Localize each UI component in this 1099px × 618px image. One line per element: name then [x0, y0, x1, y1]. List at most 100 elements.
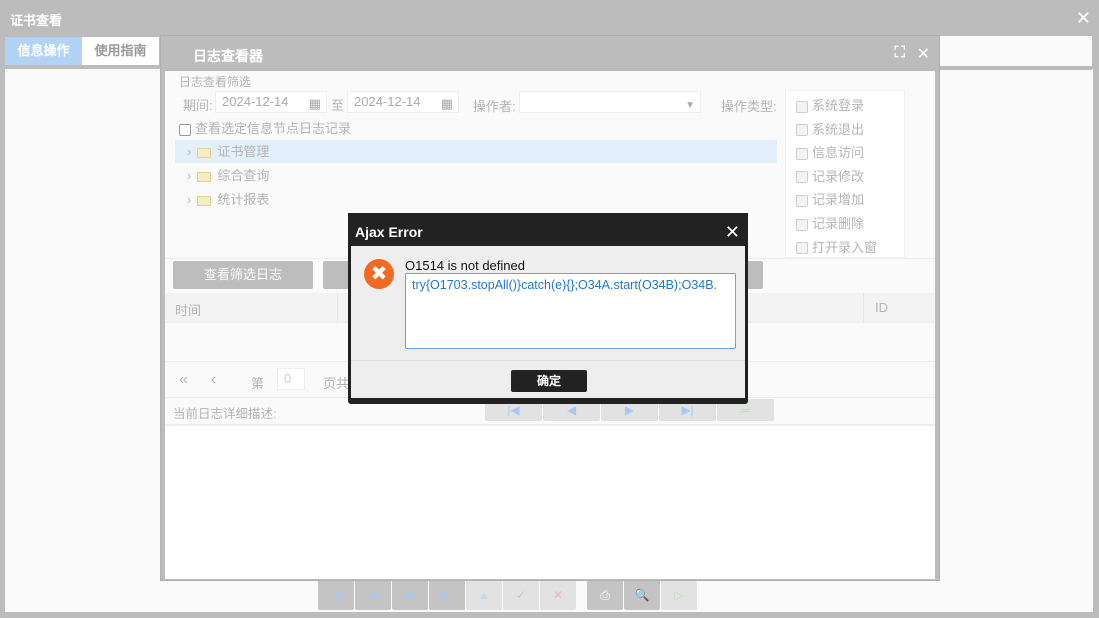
folder-icon [197, 171, 212, 182]
checkbox[interactable] [796, 147, 808, 160]
op-type-label: 信息访问 [812, 145, 865, 161]
confirm-button[interactable]: ✓ [503, 580, 539, 610]
date-from-value: 2024-12-14 [222, 94, 289, 109]
date-to-input[interactable]: 2024-12-14 ▦ [347, 91, 459, 113]
date-from-input[interactable]: 2024-12-14 ▦ [215, 91, 327, 113]
node-log-checkbox[interactable]: 查看选定信息节点日志记录 [179, 118, 351, 137]
error-title: Ajax Error [355, 224, 423, 240]
tree-label: 统计报表 [217, 192, 270, 207]
ok-button[interactable]: 确定 [511, 370, 587, 392]
prev-page-icon[interactable]: ‹ [211, 371, 216, 389]
operator-label: 操作者: [473, 99, 516, 114]
printer-icon: ⎙ [600, 587, 610, 602]
bottom-toolbar: |◀ ◀ ▶ ▶| ▲ ✓ ✕ ⎙ 🔍 ▷ [318, 580, 697, 610]
column-divider [337, 293, 338, 323]
play-icon: ▷ [674, 588, 684, 602]
folder-icon [197, 195, 212, 206]
op-type-label: 操作类型: [721, 99, 777, 114]
checkbox[interactable] [796, 242, 808, 255]
first-icon: |◀ [329, 588, 343, 602]
check-icon: ✓ [515, 588, 527, 602]
op-type-checkbox[interactable]: 系统退出 [796, 118, 904, 142]
calendar-icon[interactable]: ▦ [309, 94, 321, 114]
prev-record-button[interactable]: ◀ [355, 580, 391, 610]
dialog-title: 日志查看器 [193, 48, 263, 64]
dialog-close-icon[interactable]: ✕ [917, 44, 930, 64]
checkbox[interactable] [179, 123, 191, 136]
op-type-checkbox[interactable]: 系统登录 [796, 94, 904, 118]
run-button[interactable]: ▷ [661, 580, 697, 610]
error-close-icon[interactable]: ✕ [725, 213, 740, 251]
op-type-label: 记录增加 [812, 192, 865, 208]
error-detail-textarea[interactable]: try{O1703.stopAll()}catch(e){};O34A.star… [405, 273, 736, 349]
calendar-icon[interactable]: ▦ [441, 94, 453, 114]
op-type-label: 打开录入窗 [812, 239, 878, 255]
checkbox[interactable] [796, 194, 808, 207]
checkbox[interactable] [796, 171, 808, 184]
cancel-button[interactable]: ✕ [540, 580, 576, 610]
window-title: 证书查看 [10, 13, 63, 28]
node-log-label: 查看选定信息节点日志记录 [195, 121, 352, 136]
op-type-label: 系统登录 [812, 98, 865, 113]
column-time[interactable]: 时间 [175, 300, 201, 319]
filter-log-button[interactable]: 查看筛选日志 [173, 261, 313, 289]
page-total-label: 页共 [323, 376, 350, 391]
next-record-button[interactable]: ▶ [392, 580, 428, 610]
page-input[interactable]: 0 [277, 368, 305, 390]
tree-label: 证书管理 [217, 144, 270, 159]
error-message: O1514 is not defined [405, 258, 525, 273]
prev-icon: ◀ [368, 588, 378, 602]
tree-item[interactable]: › 证书管理 [175, 140, 777, 163]
tree-item[interactable]: › 综合查询 [175, 164, 777, 187]
op-type-checkbox[interactable]: 记录修改 [796, 165, 904, 189]
tree-item[interactable]: › 统计报表 [175, 188, 777, 211]
window-close-icon[interactable]: ✕ [1076, 8, 1091, 29]
print-button[interactable]: ⎙ [587, 580, 623, 610]
tab-bar [940, 36, 1092, 66]
first-page-icon[interactable]: « [179, 371, 188, 389]
op-type-checkbox[interactable]: 记录删除 [796, 212, 904, 236]
op-type-label: 系统退出 [812, 121, 865, 137]
last-icon: ▶| [440, 588, 454, 602]
x-icon: ✕ [552, 588, 564, 602]
op-type-checkbox[interactable]: 打开录入窗 [796, 236, 904, 260]
op-type-checkbox[interactable]: 信息访问 [796, 141, 904, 165]
next-icon: ▶ [405, 588, 415, 602]
filter-title: 日志查看筛选 [179, 75, 252, 89]
chevron-right-icon[interactable]: › [187, 168, 191, 183]
preview-button[interactable]: 🔍 [624, 580, 660, 610]
op-type-label: 记录修改 [812, 168, 865, 184]
checkbox[interactable] [796, 218, 808, 231]
last-record-button[interactable]: ▶| [429, 580, 465, 610]
folder-icon [197, 147, 212, 158]
up-button[interactable]: ▲ [466, 580, 502, 610]
magnifier-icon: 🔍 [634, 588, 650, 602]
column-divider [863, 293, 864, 323]
date-to-value: 2024-12-14 [354, 94, 421, 109]
tabs: 信息操作 使用指南 [5, 37, 159, 65]
maximize-icon[interactable]: ⛶ [894, 44, 905, 61]
chevron-right-icon[interactable]: › [187, 192, 191, 207]
tab-divider [940, 66, 1092, 70]
chevron-right-icon[interactable]: › [187, 144, 191, 159]
op-type-checkbox[interactable]: 记录增加 [796, 188, 904, 212]
ajax-error-dialog: Ajax Error ✕ ✖ O1514 is not defined try{O… [348, 213, 748, 404]
detail-label: 当前日志详细描述: [173, 407, 277, 421]
op-type-list: 系统登录系统退出信息访问记录修改记录增加记录删除打开录入窗 [785, 90, 905, 258]
tab-usage-guide[interactable]: 使用指南 [82, 37, 159, 65]
chevron-down-icon: ▼ [685, 100, 695, 111]
page-label: 第 [251, 376, 265, 391]
tab-info-operation[interactable]: 信息操作 [5, 37, 82, 65]
op-type-label: 记录删除 [812, 215, 865, 231]
column-id[interactable]: ID [875, 300, 888, 315]
checkbox[interactable] [796, 124, 808, 137]
detail-area [165, 426, 935, 579]
operator-select[interactable]: ▼ [519, 91, 701, 113]
up-icon: ▲ [478, 588, 490, 602]
checkbox[interactable] [796, 100, 808, 113]
tree-label: 综合查询 [217, 168, 270, 183]
period-label: 期间: [183, 98, 213, 113]
to-label: 至 [331, 98, 345, 113]
error-icon: ✖ [364, 259, 394, 289]
first-record-button[interactable]: |◀ [318, 580, 354, 610]
